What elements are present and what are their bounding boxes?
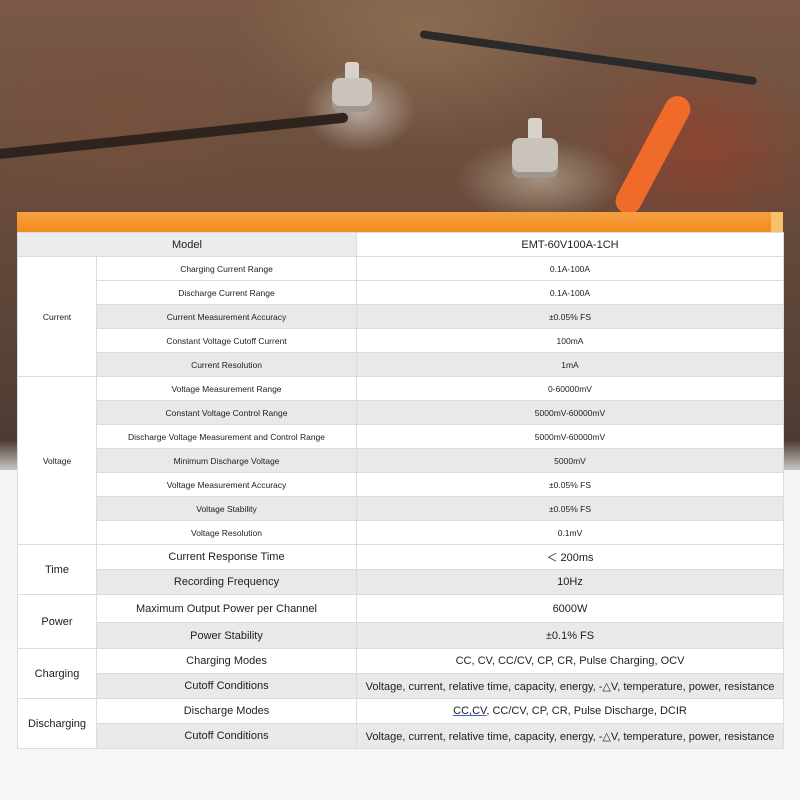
- param-value: 5000mV-60000mV: [356, 424, 784, 449]
- table-row: Power Stability ±0.1% FS: [18, 622, 784, 649]
- table-row: Current Charging Current Range 0.1A-100A: [17, 256, 784, 377]
- table-header-bar: [17, 212, 783, 232]
- category-charging: Charging: [17, 648, 97, 699]
- param-value: 0.1mV: [356, 520, 784, 545]
- param-label: Discharge Voltage Measurement and Contro…: [96, 424, 357, 449]
- param-value: 10Hz: [356, 569, 784, 595]
- table-row: Recording Frequency 10Hz: [18, 569, 784, 595]
- param-value: 6000W: [356, 594, 784, 623]
- model-value: EMT-60V100A-1CH: [356, 232, 784, 257]
- spec-table: Model EMT-60V100A-1CH Current Charging C…: [17, 232, 784, 749]
- param-value: ±0.05% FS: [356, 304, 784, 329]
- param-label: Voltage Stability: [96, 496, 357, 521]
- table-row: Constant Voltage Cutoff Current 100mA: [18, 328, 784, 353]
- param-value: 0.1A-100A: [356, 280, 784, 305]
- spec-table-container: Model EMT-60V100A-1CH Current Charging C…: [17, 232, 784, 749]
- table-row: Cutoff Conditions Voltage, current, rela…: [18, 723, 784, 749]
- table-row: Discharge Voltage Measurement and Contro…: [18, 424, 784, 449]
- param-value: 5000mV: [356, 448, 784, 473]
- param-value: Voltage, current, relative time, capacit…: [356, 723, 784, 749]
- param-value: ±0.1% FS: [356, 622, 784, 649]
- table-row: Voltage Voltage Measurement Range 0-6000…: [17, 376, 784, 545]
- param-label: Charging Current Range: [96, 256, 357, 281]
- param-value: 0.1A-100A: [356, 256, 784, 281]
- param-value: Voltage, current, relative time, capacit…: [356, 673, 784, 699]
- table-row: Discharge Current Range 0.1A-100A: [18, 280, 784, 305]
- param-label: Cutoff Conditions: [96, 673, 357, 699]
- param-label: Cutoff Conditions: [96, 723, 357, 749]
- model-label: Model: [17, 232, 357, 257]
- table-row: Time Current Response Time ＜ 200ms: [17, 544, 784, 595]
- terminal-nut: [332, 78, 372, 112]
- param-label: Current Measurement Accuracy: [96, 304, 357, 329]
- table-row: Voltage Measurement Accuracy ±0.05% FS: [18, 472, 784, 497]
- param-label: Constant Voltage Cutoff Current: [96, 328, 357, 353]
- category-current: Current: [17, 256, 97, 377]
- table-row: Current Measurement Accuracy ±0.05% FS: [18, 304, 784, 329]
- param-label: Power Stability: [96, 622, 357, 649]
- table-row-model: Model EMT-60V100A-1CH: [17, 232, 784, 257]
- param-value: ±0.05% FS: [356, 496, 784, 521]
- param-value-rest: , CC/CV, CP, CR, Pulse Discharge, DCIR: [486, 705, 687, 717]
- category-voltage: Voltage: [17, 376, 97, 545]
- param-value: 1mA: [356, 352, 784, 377]
- table-row: Charging Charging Modes CC, CV, CC/CV, C…: [17, 648, 784, 699]
- param-value: 0-60000mV: [356, 376, 784, 401]
- table-row: Voltage Resolution 0.1mV: [18, 520, 784, 545]
- param-label: Voltage Measurement Accuracy: [96, 472, 357, 497]
- param-value: 5000mV-60000mV: [356, 400, 784, 425]
- table-row: Current Resolution 1mA: [18, 352, 784, 377]
- param-label: Current Response Time: [96, 544, 357, 570]
- param-label: Discharge Current Range: [96, 280, 357, 305]
- category-power: Power: [17, 594, 97, 649]
- param-label: Discharge Modes: [96, 698, 357, 724]
- param-label: Maximum Output Power per Channel: [96, 594, 357, 623]
- param-label: Voltage Measurement Range: [96, 376, 357, 401]
- table-row: Cutoff Conditions Voltage, current, rela…: [18, 673, 784, 699]
- param-value: CC,CV, CC/CV, CP, CR, Pulse Discharge, D…: [356, 698, 784, 724]
- param-label: Current Resolution: [96, 352, 357, 377]
- category-time: Time: [17, 544, 97, 595]
- table-row: Voltage Stability ±0.05% FS: [18, 496, 784, 521]
- param-label: Minimum Discharge Voltage: [96, 448, 357, 473]
- param-value: 100mA: [356, 328, 784, 353]
- table-row: Minimum Discharge Voltage 5000mV: [18, 448, 784, 473]
- param-label: Recording Frequency: [96, 569, 357, 595]
- param-label: Voltage Resolution: [96, 520, 357, 545]
- terminal-nut: [512, 138, 558, 178]
- param-label: Constant Voltage Control Range: [96, 400, 357, 425]
- param-value: CC, CV, CC/CV, CP, CR, Pulse Charging, O…: [356, 648, 784, 674]
- param-value: ±0.05% FS: [356, 472, 784, 497]
- header-bar-tab: [771, 212, 783, 232]
- param-value: ＜ 200ms: [356, 544, 784, 570]
- category-discharging: Discharging: [17, 698, 97, 749]
- table-row: Discharging Discharge Modes CC,CV, CC/CV…: [17, 698, 784, 749]
- param-label: Charging Modes: [96, 648, 357, 674]
- table-row: Constant Voltage Control Range 5000mV-60…: [18, 400, 784, 425]
- table-row: Power Maximum Output Power per Channel 6…: [17, 594, 784, 649]
- param-value-underlined: CC,CV: [453, 705, 487, 717]
